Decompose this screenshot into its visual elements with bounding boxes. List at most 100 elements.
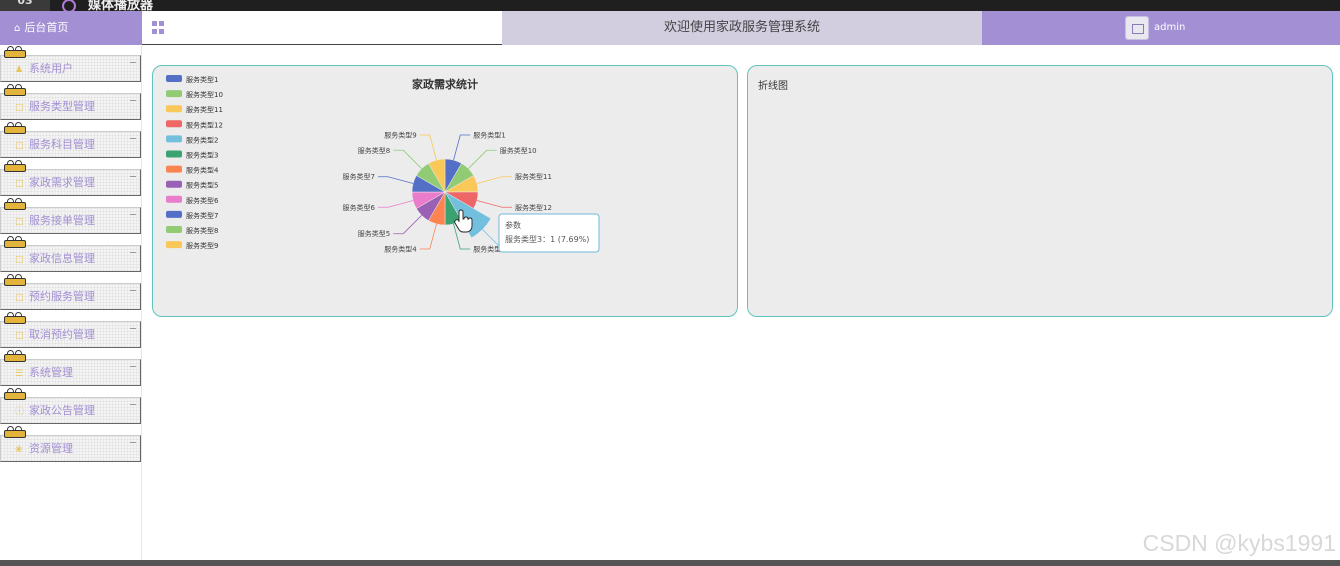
home-tab[interactable]: ⌂ 后台首页 xyxy=(0,11,142,45)
username[interactable]: admin xyxy=(1154,11,1185,45)
legend-swatch[interactable] xyxy=(166,105,182,113)
sidebar-item-label: 取消预约管理 xyxy=(29,328,95,341)
home-icon: ⌂ xyxy=(14,23,21,34)
line-chart-card: 折线图 xyxy=(747,65,1333,317)
bottom-bar xyxy=(0,560,1340,566)
pie-label-line xyxy=(453,134,471,161)
pie-label-line xyxy=(393,149,422,169)
pie-label-line xyxy=(419,223,437,250)
legend-item[interactable]: 服务类型9 xyxy=(186,241,218,250)
legend-item[interactable]: 服务类型4 xyxy=(186,166,219,175)
pie-slice-label: 服务类型8 xyxy=(358,146,390,155)
fold-corner-icon xyxy=(130,325,136,329)
sidebar-item[interactable]: □ 家政信息管理 xyxy=(0,245,141,272)
list-icon: ☰ xyxy=(15,369,24,379)
legend-swatch[interactable] xyxy=(166,150,182,158)
binder-clip-icon xyxy=(4,160,26,173)
pie-label-line xyxy=(393,215,422,235)
sidebar-item[interactable]: □ 服务接单管理 xyxy=(0,207,141,234)
binder-clip-icon xyxy=(4,122,26,135)
pie-slice-label: 服务类型7 xyxy=(343,172,375,181)
legend-item[interactable]: 服务类型10 xyxy=(186,90,223,99)
home-label: 后台首页 xyxy=(24,21,69,34)
chart-tooltip: 参数服务类型3：1 (7.69%) xyxy=(498,213,600,253)
legend-item[interactable]: 服务类型3 xyxy=(186,151,218,160)
sidebar-item-label: 系统管理 xyxy=(29,366,73,379)
legend-item[interactable]: 服务类型6 xyxy=(186,196,219,205)
legend-item[interactable]: 服务类型2 xyxy=(186,135,218,144)
sidebar-item[interactable]: ☰ 系统管理 xyxy=(0,359,141,386)
legend-swatch[interactable] xyxy=(166,210,182,218)
pie-slice-label: 服务类型11 xyxy=(515,172,552,181)
sidebar-item[interactable]: □ 服务类型管理 xyxy=(0,93,141,120)
pie-slice-label: 服务类型10 xyxy=(500,146,537,155)
fold-corner-icon xyxy=(130,363,136,367)
legend-swatch[interactable] xyxy=(166,90,182,98)
avatar[interactable] xyxy=(1125,16,1149,40)
pie-label-line xyxy=(378,200,414,208)
legend-item[interactable]: 服务类型5 xyxy=(186,181,218,190)
sidebar-item[interactable]: □ 服务科目管理 xyxy=(0,131,141,158)
pie-slice-label: 服务类型6 xyxy=(343,203,376,212)
legend-swatch[interactable] xyxy=(166,120,182,128)
pie-label-line xyxy=(468,149,497,169)
sidebar-item-label: 家政公告管理 xyxy=(29,404,95,417)
legend-item[interactable]: 服务类型12 xyxy=(186,120,223,129)
pie-label-line xyxy=(378,176,414,184)
legend-swatch[interactable] xyxy=(166,135,182,143)
sidebar-item[interactable]: ⓘ 家政公告管理 xyxy=(0,397,141,424)
legend-item[interactable]: 服务类型11 xyxy=(186,105,223,114)
binder-clip-icon xyxy=(4,236,26,249)
window-tab[interactable]: 03 xyxy=(0,0,50,11)
legend-item[interactable]: 服务类型1 xyxy=(186,75,218,84)
info-icon: ⓘ xyxy=(15,407,25,417)
sidebar-item-label: 服务类型管理 xyxy=(29,100,95,113)
menu-toggle-area[interactable] xyxy=(144,12,502,44)
user-area[interactable]: admin xyxy=(982,11,1340,45)
player-logo-icon xyxy=(62,0,76,11)
tooltip-title: 参数 xyxy=(505,220,521,230)
legend-swatch[interactable] xyxy=(166,165,182,173)
sidebar: ♟ 系统用户 □ 服务类型管理 □ 服务科目管理 □ 家政需求管理 □ 服务接单管理 □ 家政信息管理… xyxy=(0,46,142,560)
file-icon: □ xyxy=(15,255,24,265)
binder-clip-icon xyxy=(4,388,26,401)
legend-item[interactable]: 服务类型8 xyxy=(186,226,218,235)
sidebar-item[interactable]: ♟ 系统用户 xyxy=(0,55,141,82)
binder-clip-icon xyxy=(4,46,26,59)
fold-corner-icon xyxy=(130,439,136,443)
binder-clip-icon xyxy=(4,198,26,211)
file-icon: □ xyxy=(15,141,24,151)
legend-swatch[interactable] xyxy=(166,195,182,203)
sidebar-item[interactable]: □ 预约服务管理 xyxy=(0,283,141,310)
media-player-label: 媒体播放器 xyxy=(88,0,154,11)
pie-label-line xyxy=(476,176,512,184)
sidebar-item-label: 系统用户 xyxy=(29,62,73,75)
file-icon: □ xyxy=(15,179,24,189)
sidebar-item-label: 资源管理 xyxy=(29,442,73,455)
legend-item[interactable]: 服务类型7 xyxy=(186,211,218,220)
file-icon: □ xyxy=(15,331,24,341)
fold-corner-icon xyxy=(130,249,136,253)
user-icon: ♟ xyxy=(15,65,24,75)
grid-icon[interactable] xyxy=(152,21,165,34)
pie-slice-label: 服务类型12 xyxy=(515,203,552,212)
legend-swatch[interactable] xyxy=(166,241,182,249)
legend-swatch[interactable] xyxy=(166,226,182,233)
watermark: CSDN @kybs1991 xyxy=(1142,530,1336,556)
pie-label-line xyxy=(476,200,512,208)
media-player-title[interactable]: 媒体播放器 xyxy=(62,0,153,11)
sidebar-item[interactable]: □ 取消预约管理 xyxy=(0,321,141,348)
sidebar-item-label: 服务接单管理 xyxy=(29,214,95,227)
sidebar-item[interactable]: ❀ 资源管理 xyxy=(0,435,141,462)
binder-clip-icon xyxy=(4,312,26,325)
pie-slice-label: 服务类型4 xyxy=(384,244,417,253)
pie-label-line xyxy=(419,134,437,161)
pie-slice-label: 服务类型1 xyxy=(473,131,505,140)
sidebar-item-label: 服务科目管理 xyxy=(29,138,95,151)
legend-swatch[interactable] xyxy=(166,180,182,188)
sidebar-item[interactable]: □ 家政需求管理 xyxy=(0,169,141,196)
legend-swatch[interactable] xyxy=(166,75,182,82)
pie-chart-card: 家政需求统计 服务类型1 服务类型10 服务类型11 服务类型12 服务类型2 服务类型3 服… xyxy=(152,65,738,317)
file-icon: □ xyxy=(15,103,24,113)
binder-clip-icon xyxy=(4,84,26,97)
